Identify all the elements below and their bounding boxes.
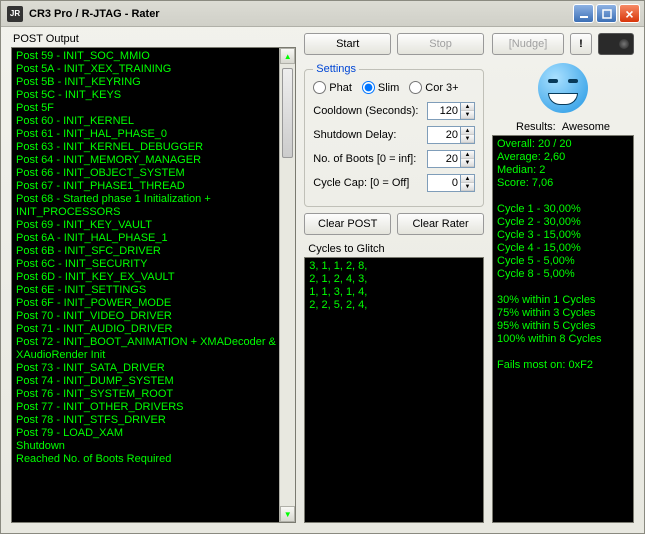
app-icon: JR (7, 6, 23, 22)
cooldown-spinner[interactable]: ▲▼ (461, 102, 475, 120)
cyclecap-input[interactable] (427, 174, 461, 192)
terminal-line: Cycle 1 - 30,00% (497, 203, 629, 216)
terminal-line: Post 5C - INIT_KEYS (16, 89, 291, 102)
terminal-line: Post 6C - INIT_SECURITY (16, 258, 291, 271)
smiley-icon (538, 63, 588, 113)
scroll-up-icon[interactable]: ▲ (280, 48, 295, 64)
terminal-line: Post 5F (16, 102, 291, 115)
terminal-line: Post 67 - INIT_PHASE1_THREAD (16, 180, 291, 193)
terminal-line: Post 64 - INIT_MEMORY_MANAGER (16, 154, 291, 167)
terminal-line: Overall: 20 / 20 (497, 138, 629, 151)
clear-post-button[interactable]: Clear POST (304, 213, 391, 235)
cyclecap-spinner[interactable]: ▲▼ (461, 174, 475, 192)
terminal-line: Post 5A - INIT_XEX_TRAINING (16, 63, 291, 76)
terminal-line: Cycle 2 - 30,00% (497, 216, 629, 229)
nudge-button[interactable]: [Nudge] (492, 33, 564, 55)
terminal-line: Post 78 - INIT_STFS_DRIVER (16, 414, 291, 427)
terminal-line: Post 6E - INIT_SETTINGS (16, 284, 291, 297)
terminal-line: Post 69 - INIT_KEY_VAULT (16, 219, 291, 232)
terminal-line: Post 73 - INIT_SATA_DRIVER (16, 362, 291, 375)
terminal-line: Reached No. of Boots Required (16, 453, 291, 466)
settings-legend: Settings (313, 63, 359, 75)
shutdown-delay-label: Shutdown Delay: (313, 129, 427, 141)
terminal-line: 2, 2, 5, 2, 4, (309, 299, 479, 312)
terminal-line: 75% within 3 Cycles (497, 307, 629, 320)
results-label: Results: Awesome (492, 121, 634, 133)
terminal-line: Post 59 - INIT_SOC_MMIO (16, 50, 291, 63)
terminal-line: Post 76 - INIT_SYSTEM_ROOT (16, 388, 291, 401)
terminal-line: Average: 2,60 (497, 151, 629, 164)
boots-spinner[interactable]: ▲▼ (461, 150, 475, 168)
terminal-line: Cycle 4 - 15,00% (497, 242, 629, 255)
terminal-line: Post 77 - INIT_OTHER_DRIVERS (16, 401, 291, 414)
terminal-line: Shutdown (16, 440, 291, 453)
terminal-line: 3, 1, 1, 2, 8, (309, 260, 479, 273)
radio-cor3[interactable]: Cor 3+ (409, 81, 458, 94)
terminal-line (497, 281, 629, 294)
terminal-line: Cycle 5 - 5,00% (497, 255, 629, 268)
terminal-line: Fails most on: 0xF2 (497, 359, 629, 372)
results-terminal[interactable]: Overall: 20 / 20Average: 2,60Median: 2Sc… (492, 135, 634, 523)
terminal-line: 100% within 8 Cycles (497, 333, 629, 346)
camera-icon[interactable] (598, 33, 634, 55)
terminal-line: Post 6D - INIT_KEY_EX_VAULT (16, 271, 291, 284)
radio-phat[interactable]: Phat (313, 81, 352, 94)
terminal-line: Post 79 - LOAD_XAM (16, 427, 291, 440)
start-button[interactable]: Start (304, 33, 391, 55)
clear-rater-button[interactable]: Clear Rater (397, 213, 484, 235)
terminal-line: Post 74 - INIT_DUMP_SYSTEM (16, 375, 291, 388)
cooldown-label: Cooldown (Seconds): (313, 105, 427, 117)
terminal-line (497, 190, 629, 203)
shutdown-delay-spinner[interactable]: ▲▼ (461, 126, 475, 144)
terminal-line: INIT_PROCESSORS (16, 206, 291, 219)
terminal-line (497, 346, 629, 359)
cycles-label: Cycles to Glitch (308, 243, 484, 255)
terminal-line: Cycle 8 - 5,00% (497, 268, 629, 281)
terminal-line: Post 63 - INIT_KERNEL_DEBUGGER (16, 141, 291, 154)
cycles-terminal[interactable]: 3, 1, 1, 2, 8,2, 1, 2, 4, 3,1, 1, 3, 1, … (304, 257, 484, 523)
terminal-line: Post 72 - INIT_BOOT_ANIMATION + XMADecod… (16, 336, 291, 349)
minimize-button[interactable] (573, 4, 594, 23)
terminal-line: 30% within 1 Cycles (497, 294, 629, 307)
boots-input[interactable] (427, 150, 461, 168)
terminal-line: Score: 7,06 (497, 177, 629, 190)
titlebar: JR CR3 Pro / R-JTAG - Rater × (1, 1, 644, 27)
terminal-line: Post 5B - INIT_KEYRING (16, 76, 291, 89)
terminal-line: Post 6B - INIT_SFC_DRIVER (16, 245, 291, 258)
close-button[interactable]: × (619, 4, 640, 23)
terminal-line: Post 6F - INIT_POWER_MODE (16, 297, 291, 310)
settings-group: Settings Phat Slim Cor 3+ Cooldown (Seco… (304, 63, 484, 207)
terminal-line: Cycle 3 - 15,00% (497, 229, 629, 242)
stop-button[interactable]: Stop (397, 33, 484, 55)
scroll-thumb[interactable] (282, 68, 293, 158)
post-output-label: POST Output (11, 33, 296, 45)
cooldown-input[interactable] (427, 102, 461, 120)
cyclecap-label: Cycle Cap: [0 = Off] (313, 177, 427, 189)
terminal-line: Post 61 - INIT_HAL_PHASE_0 (16, 128, 291, 141)
bang-button[interactable]: ! (570, 33, 592, 55)
terminal-line: Median: 2 (497, 164, 629, 177)
terminal-line: Post 71 - INIT_AUDIO_DRIVER (16, 323, 291, 336)
scroll-down-icon[interactable]: ▼ (280, 506, 295, 522)
boots-label: No. of Boots [0 = inf]: (313, 153, 427, 165)
terminal-line: Post 66 - INIT_OBJECT_SYSTEM (16, 167, 291, 180)
radio-slim[interactable]: Slim (362, 81, 399, 94)
shutdown-delay-input[interactable] (427, 126, 461, 144)
maximize-button[interactable] (596, 4, 617, 23)
terminal-line: Post 60 - INIT_KERNEL (16, 115, 291, 128)
terminal-line: XAudioRender Init (16, 349, 291, 362)
terminal-line: 2, 1, 2, 4, 3, (309, 273, 479, 286)
window-title: CR3 Pro / R-JTAG - Rater (29, 8, 160, 20)
terminal-line: Post 68 - Started phase 1 Initialization… (16, 193, 291, 206)
post-output-terminal[interactable]: Post 59 - INIT_SOC_MMIOPost 5A - INIT_XE… (11, 47, 296, 523)
terminal-line: 95% within 5 Cycles (497, 320, 629, 333)
terminal-line: 1, 1, 3, 1, 4, (309, 286, 479, 299)
terminal-line: Post 70 - INIT_VIDEO_DRIVER (16, 310, 291, 323)
post-scrollbar[interactable]: ▲ ▼ (279, 48, 295, 522)
terminal-line: Post 6A - INIT_HAL_PHASE_1 (16, 232, 291, 245)
app-window: JR CR3 Pro / R-JTAG - Rater × POST Outpu… (0, 0, 645, 534)
